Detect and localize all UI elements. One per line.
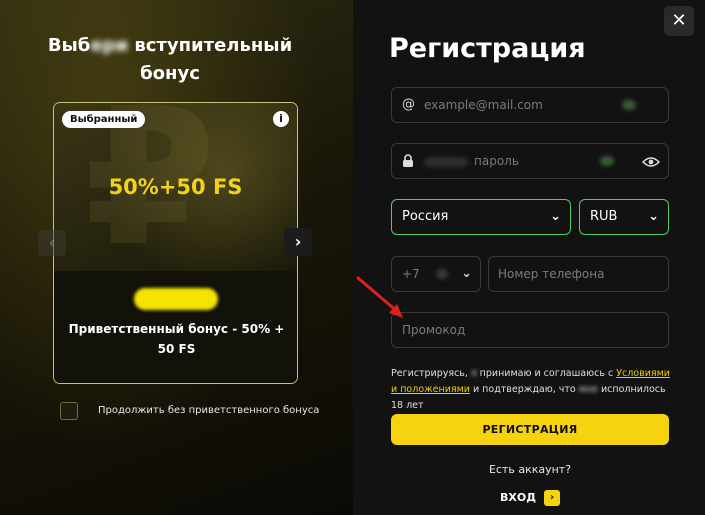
blur-smudge bbox=[424, 157, 468, 167]
password-field[interactable]: пароль bbox=[391, 143, 669, 179]
bonus-card[interactable]: ₽ Выбранный i 50%+50 FS Приветственный б… bbox=[53, 102, 298, 384]
promo-placeholder: Промокод bbox=[402, 323, 466, 337]
phone-code-value: +7 bbox=[402, 267, 420, 281]
info-icon[interactable]: i bbox=[273, 111, 289, 127]
terms-text: Регистрируясь, я принимаю и соглашаюсь с… bbox=[391, 368, 670, 411]
promo-code-field[interactable]: Промокод bbox=[391, 312, 669, 348]
currency-value: RUB bbox=[590, 209, 618, 224]
password-placeholder: пароль bbox=[474, 154, 519, 168]
have-account-text: Есть аккаунт? bbox=[488, 463, 572, 476]
login-label[interactable]: ВХОД bbox=[500, 491, 536, 504]
chevron-down-icon: ⌄ bbox=[461, 266, 472, 281]
email-field[interactable]: @ example@mail.com bbox=[391, 87, 669, 123]
page-title: Регистрация bbox=[389, 33, 586, 64]
country-value: Россия bbox=[402, 209, 449, 224]
bonus-card-image: ₽ Выбранный i 50%+50 FS bbox=[54, 103, 297, 273]
at-icon: @ bbox=[402, 97, 415, 112]
chevron-down-icon: ⌄ bbox=[648, 209, 659, 224]
registration-modal: Выбери вступительный бонус ₽ Выбранный i… bbox=[0, 0, 705, 515]
skip-bonus-checkbox[interactable] bbox=[60, 402, 78, 420]
bonus-description: Приветственный бонус - 50% + 50 FS bbox=[68, 322, 285, 356]
bonus-amount: 50%+50 FS bbox=[108, 175, 243, 199]
terms-link[interactable]: и положениями bbox=[391, 384, 470, 395]
close-button[interactable]: ✕ bbox=[664, 6, 694, 36]
bonus-panel-title: Выбери вступительный бонус bbox=[47, 35, 293, 84]
blur-smudge bbox=[436, 269, 448, 279]
skip-bonus-label: Продолжить без приветственного бонуса bbox=[98, 405, 320, 416]
email-placeholder: example@mail.com bbox=[424, 98, 543, 112]
blur-smudge bbox=[600, 156, 614, 166]
prev-bonus-button[interactable]: ‹ bbox=[38, 230, 66, 256]
phone-number-field[interactable]: Номер телефона bbox=[488, 256, 669, 292]
bonus-pill-button[interactable] bbox=[134, 288, 218, 310]
bonus-panel: Выбери вступительный бонус ₽ Выбранный i… bbox=[0, 0, 353, 515]
phone-placeholder: Номер телефона bbox=[498, 267, 605, 281]
terms-link[interactable]: Условиями bbox=[616, 368, 670, 379]
selected-badge: Выбранный bbox=[62, 111, 146, 128]
blur-smudge bbox=[622, 100, 636, 110]
lock-icon bbox=[402, 144, 414, 178]
next-bonus-button[interactable]: › bbox=[284, 228, 312, 256]
registration-panel: ✕ Регистрация @ example@mail.com пароль bbox=[353, 0, 705, 515]
register-button[interactable]: РЕГИСТРАЦИЯ bbox=[391, 414, 669, 445]
login-link[interactable]: ВХОД › bbox=[391, 487, 669, 506]
chevron-down-icon: ⌄ bbox=[550, 209, 561, 224]
currency-select[interactable]: RUB ⌄ bbox=[579, 199, 669, 235]
phone-code-select[interactable]: +7 ⌄ bbox=[391, 256, 481, 292]
country-select[interactable]: Россия ⌄ bbox=[391, 199, 571, 235]
chevron-right-icon: › bbox=[544, 489, 560, 506]
eye-icon[interactable] bbox=[641, 144, 661, 178]
